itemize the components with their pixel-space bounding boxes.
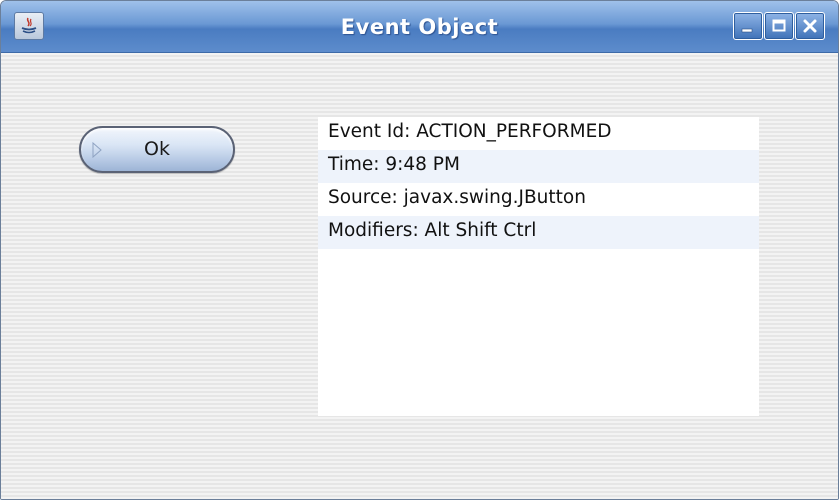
list-item-source[interactable]: Source: javax.swing.JButton [318, 183, 759, 216]
ok-button-label: Ok [144, 138, 170, 160]
title-bar[interactable]: Event Object [1, 1, 838, 53]
window-title: Event Object [340, 15, 499, 39]
content-panel: Ok Event Id: ACTION_PERFORMED Time: 9:48… [1, 53, 838, 499]
maximize-button[interactable] [764, 12, 794, 40]
list-item-modifiers[interactable]: Modifiers: Alt Shift Ctrl [318, 216, 759, 249]
maximize-icon [772, 19, 786, 32]
app-window: Event Object Ok Event Id: ACTION_PERFORM… [0, 0, 839, 500]
close-button[interactable] [795, 12, 825, 40]
list-item-event-id[interactable]: Event Id: ACTION_PERFORMED [318, 117, 759, 150]
list-item-time[interactable]: Time: 9:48 PM [318, 150, 759, 183]
minimize-button[interactable] [733, 12, 763, 40]
ok-button[interactable]: Ok [79, 126, 235, 173]
close-icon [803, 19, 817, 33]
minimize-icon [741, 28, 753, 33]
event-details-list[interactable]: Event Id: ACTION_PERFORMED Time: 9:48 PM… [318, 117, 759, 416]
